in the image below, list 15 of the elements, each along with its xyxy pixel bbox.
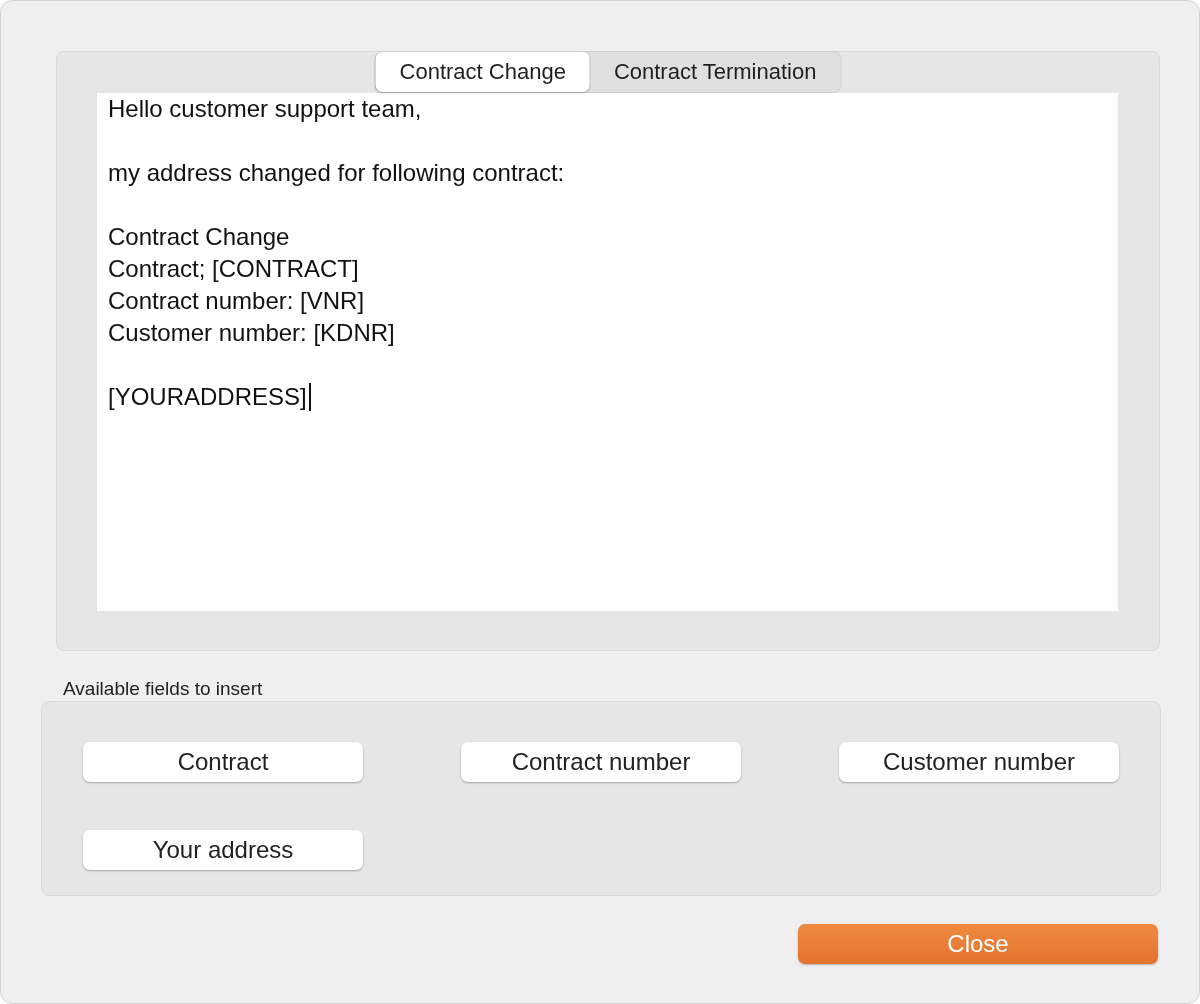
text-area[interactable]: Hello customer support team, my address changed for following contract: Contract Change Contract; [CONTRACT] Contract number: [VNR] Customer number: [KDNR] [YOURADDRESS] <box>97 93 1118 611</box>
tab[interactable]: Contract Termination <box>589 52 841 92</box>
group-label: Available fields to insert <box>63 677 264 701</box>
text-line: Hello customer support team, <box>108 94 422 124</box>
text-line: my address changed for following contract: <box>108 158 565 188</box>
insert-field-button[interactable]: Contract <box>83 742 363 782</box>
text-line: [YOURADDRESS] <box>108 382 307 412</box>
text-line: Contract; [CONTRACT] <box>108 254 359 284</box>
text-line: Customer number: [KDNR] <box>108 318 395 348</box>
insert-field-button[interactable]: Your address <box>83 830 363 870</box>
text-line: Contract number: [VNR] <box>108 286 365 316</box>
text-line: Contract Change <box>108 222 290 252</box>
tab[interactable]: Contract Change <box>375 52 590 92</box>
insert-field-button[interactable]: Customer number <box>839 742 1119 782</box>
insert-field-button[interactable]: Contract number <box>461 742 741 782</box>
